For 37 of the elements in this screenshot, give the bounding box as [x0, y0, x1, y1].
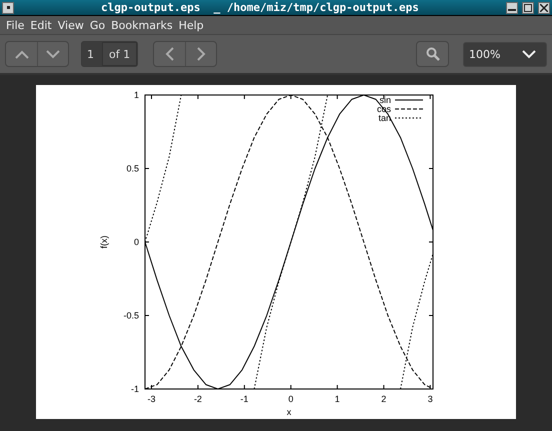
chevron-down-icon — [522, 50, 536, 58]
x-tick-label: -3 — [148, 394, 156, 404]
y-tick-label: -1 — [130, 384, 139, 394]
chevron-up-icon — [14, 50, 28, 58]
close-icon — [540, 4, 548, 12]
chevron-left-icon — [165, 47, 174, 61]
minimize-button[interactable] — [506, 2, 518, 14]
legend-line — [394, 108, 424, 110]
x-tick-label: -1 — [240, 394, 248, 404]
x-tick-label: 2 — [381, 394, 386, 404]
x-tick-label: 0 — [288, 394, 294, 404]
x-tick-label: -2 — [194, 394, 202, 404]
menu-item[interactable]: View — [54, 18, 87, 32]
x-tick-label: 1 — [334, 394, 340, 404]
minimize-icon — [508, 9, 516, 11]
y-tick-label: 0.5 — [126, 164, 139, 174]
close-button[interactable] — [538, 2, 550, 14]
zoom-dropdown[interactable]: 100% — [463, 42, 547, 66]
maximize-button[interactable] — [522, 2, 534, 14]
x-axis-label: x — [286, 407, 292, 417]
menu-item[interactable]: File — [3, 18, 28, 32]
search-icon — [426, 47, 440, 61]
window-menu-button[interactable] — [2, 2, 14, 14]
legend-label: sin — [379, 95, 391, 105]
maximize-icon — [524, 4, 532, 12]
menu-item[interactable]: Edit — [27, 18, 55, 32]
menu-item[interactable]: Bookmarks — [108, 18, 176, 32]
y-tick-label: 0 — [134, 237, 139, 247]
y-tick-label: -0.5 — [123, 310, 139, 320]
menu-item[interactable]: Help — [176, 18, 207, 32]
window-title: clgp-output.eps _ /home/miz/tmp/clgp-output.eps — [100, 1, 420, 14]
chevron-down-icon — [46, 50, 60, 58]
x-tick-label: 3 — [428, 394, 433, 404]
y-axis-label: f(x) — [99, 236, 109, 248]
chevron-right-icon — [196, 47, 206, 61]
menu-item[interactable]: Go — [86, 18, 108, 32]
y-tick-label: 1 — [134, 90, 139, 100]
